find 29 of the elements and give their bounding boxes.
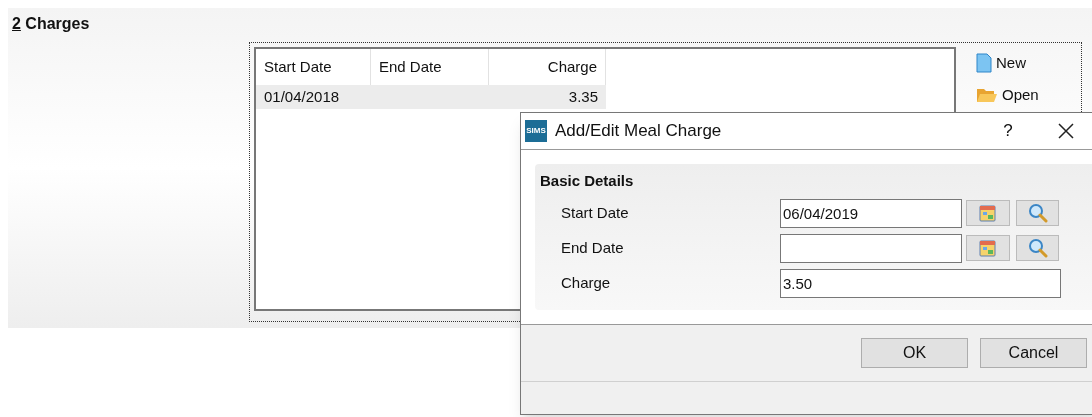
close-icon bbox=[1058, 123, 1074, 139]
folder-icon bbox=[976, 86, 998, 104]
open-button[interactable]: Open bbox=[974, 83, 1041, 107]
search-button[interactable] bbox=[1016, 235, 1059, 261]
help-button[interactable]: ? bbox=[993, 118, 1023, 144]
table-cell-text: 01/04/2018 bbox=[263, 86, 341, 107]
group-title: Basic Details bbox=[540, 171, 635, 191]
dialog-button[interactable]: Cancel bbox=[980, 338, 1087, 368]
field-label: End Date bbox=[561, 237, 625, 258]
document-icon bbox=[976, 53, 992, 73]
calendar-button[interactable] bbox=[966, 235, 1010, 261]
section-title: 2 Charges bbox=[12, 14, 90, 34]
calendar-icon bbox=[978, 203, 998, 223]
calendar-button[interactable] bbox=[966, 200, 1010, 226]
field-label: Charge bbox=[561, 272, 612, 293]
date-field[interactable] bbox=[780, 233, 962, 263]
charge-field[interactable]: 3.50 bbox=[780, 268, 1061, 298]
table-row[interactable]: 01/04/2018 3.35 bbox=[256, 85, 606, 109]
field-label: Start Date bbox=[561, 202, 630, 223]
calendar-icon bbox=[978, 238, 998, 258]
search-icon bbox=[1026, 203, 1049, 223]
search-icon bbox=[1026, 238, 1049, 258]
dialog-button[interactable]: OK bbox=[861, 338, 968, 368]
search-button[interactable] bbox=[1016, 200, 1059, 226]
app-logo: SIMS bbox=[525, 120, 547, 142]
window-title: Add/Edit Meal Charge bbox=[555, 120, 722, 143]
table-cell-text: 3.35 bbox=[567, 86, 599, 107]
new-button[interactable]: New bbox=[974, 51, 1041, 75]
date-field[interactable]: 06/04/2019 bbox=[780, 198, 962, 228]
